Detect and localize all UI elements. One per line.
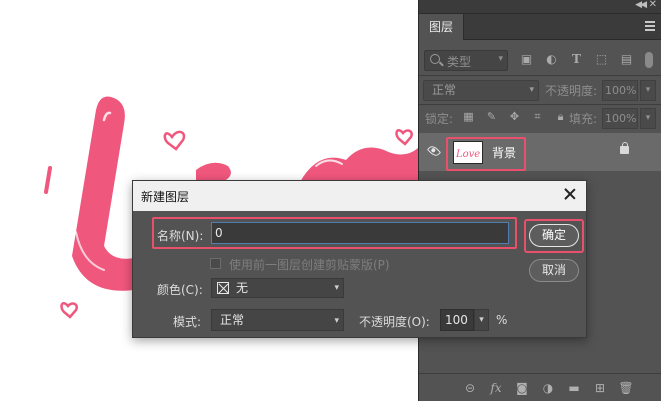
opacity-field[interactable]: 100% [602, 80, 638, 101]
filter-toggle-switch[interactable] [645, 52, 653, 68]
color-value: 无 [236, 281, 249, 295]
heart-outline-1 [163, 130, 186, 151]
fill-field[interactable]: 100% [602, 108, 638, 129]
heart-outline-2 [395, 129, 413, 146]
panel-top-strip: ◀◀ ✕ [419, 0, 661, 14]
lock-artboard-icon[interactable]: ⌗ [530, 109, 545, 124]
adjustment-layer-icon[interactable]: ◑ [540, 380, 556, 396]
none-color-swatch-icon [217, 282, 229, 294]
tab-layers[interactable]: 图层 [419, 14, 465, 40]
panel-menu-icon[interactable] [645, 21, 655, 31]
lock-all-icon[interactable]: 🔒︎ [553, 109, 568, 124]
close-icon[interactable] [562, 186, 578, 202]
layer-thumbnail[interactable]: Love [453, 141, 483, 164]
smartobject-filter-icon[interactable]: ▤ [619, 52, 634, 67]
group-icon[interactable]: ▬ [566, 380, 582, 396]
mode-select[interactable]: 正常 ▾ [211, 309, 344, 331]
heart-outline-3 [60, 302, 78, 319]
chevron-down-icon: ▾ [529, 85, 534, 95]
collapse-panels-icon[interactable]: ◀◀ [635, 0, 647, 10]
blend-mode-select[interactable]: 正常 ▾ [423, 80, 539, 101]
mask-icon[interactable]: ◙ [514, 380, 530, 396]
divider [419, 75, 661, 76]
cancel-button[interactable]: 取消 [529, 259, 579, 282]
dialog-titlebar[interactable]: 新建图层 [133, 181, 586, 211]
layers-panel-footer: ⊝ fx ◙ ◑ ▬ ⊞ 🗑︎ [419, 373, 661, 401]
name-label: 名称(N): [157, 229, 204, 243]
delete-icon[interactable]: 🗑︎ [618, 380, 634, 396]
image-filter-icon[interactable]: ▣ [519, 52, 534, 67]
opacity-dropdown-icon[interactable]: ▾ [640, 80, 656, 101]
small-stroke-shape [44, 166, 52, 194]
search-icon [430, 54, 440, 64]
dialog-opacity-dropdown-icon[interactable]: ▾ [474, 309, 489, 331]
lock-image-icon[interactable]: ✎ [484, 109, 499, 124]
new-layer-dialog: 新建图层 名称(N): 确定 取消 使用前一图层创建剪贴蒙版(P) 颜色(C):… [132, 180, 587, 338]
dialog-opacity-field[interactable]: 100 [440, 309, 474, 331]
chevron-down-icon: ▾ [334, 283, 339, 293]
shape-filter-icon[interactable]: ⬚ [594, 52, 609, 67]
dialog-title: 新建图层 [141, 190, 190, 204]
layer-name[interactable]: 背景 [492, 144, 516, 161]
clipping-mask-checkbox[interactable] [210, 258, 221, 269]
thumbnail-text: Love [455, 149, 480, 160]
new-layer-icon[interactable]: ⊞ [592, 380, 608, 396]
chevron-down-icon: ▾ [334, 316, 339, 326]
visibility-eye-icon[interactable] [426, 143, 442, 159]
chevron-down-icon: ▾ [498, 54, 503, 64]
thumbnail-artwork: Love [455, 149, 480, 160]
lock-position-icon[interactable]: ✥ [507, 109, 522, 124]
clipping-mask-label: 使用前一图层创建剪贴蒙版(P) [229, 258, 390, 272]
fill-label: 填充: [569, 112, 598, 126]
lock-transparent-icon[interactable]: ▦ [461, 109, 476, 124]
adjustment-filter-icon[interactable]: ◐ [544, 52, 559, 67]
mode-label: 模式: [173, 315, 202, 329]
layer-kind-filter-select[interactable]: 类型 ▾ [424, 50, 508, 71]
layer-locked-icon [620, 142, 629, 154]
panel-tab-bar: 图层 [419, 14, 661, 40]
letter-l-shape [72, 96, 134, 291]
layer-name-input[interactable] [211, 222, 509, 244]
type-filter-icon[interactable]: T [569, 52, 584, 67]
filter-icons: ▣ ◐ T ⬚ ▤ [519, 52, 634, 67]
opacity-label: 不透明度: [545, 84, 598, 98]
dialog-opacity-unit: % [496, 313, 508, 327]
blend-mode-value: 正常 [432, 83, 457, 97]
panel-close-icon[interactable]: ✕ [649, 0, 657, 10]
fill-dropdown-icon[interactable]: ▾ [640, 108, 656, 129]
lock-label: 锁定: [425, 112, 454, 126]
color-select[interactable]: 无 ▾ [211, 278, 344, 298]
color-label: 颜色(C): [157, 283, 203, 297]
fx-icon[interactable]: fx [488, 380, 504, 396]
mode-value: 正常 [220, 313, 245, 327]
lock-icons: ▦ ✎ ✥ ⌗ 🔒︎ [461, 109, 568, 124]
footer-icons: ⊝ fx ◙ ◑ ▬ ⊞ 🗑︎ [462, 380, 634, 396]
divider [419, 104, 661, 105]
filter-kind-label: 类型 [447, 55, 472, 69]
dialog-opacity-label: 不透明度(O): [359, 315, 430, 329]
ok-button[interactable]: 确定 [529, 224, 579, 247]
link-layers-icon[interactable]: ⊝ [462, 380, 478, 396]
